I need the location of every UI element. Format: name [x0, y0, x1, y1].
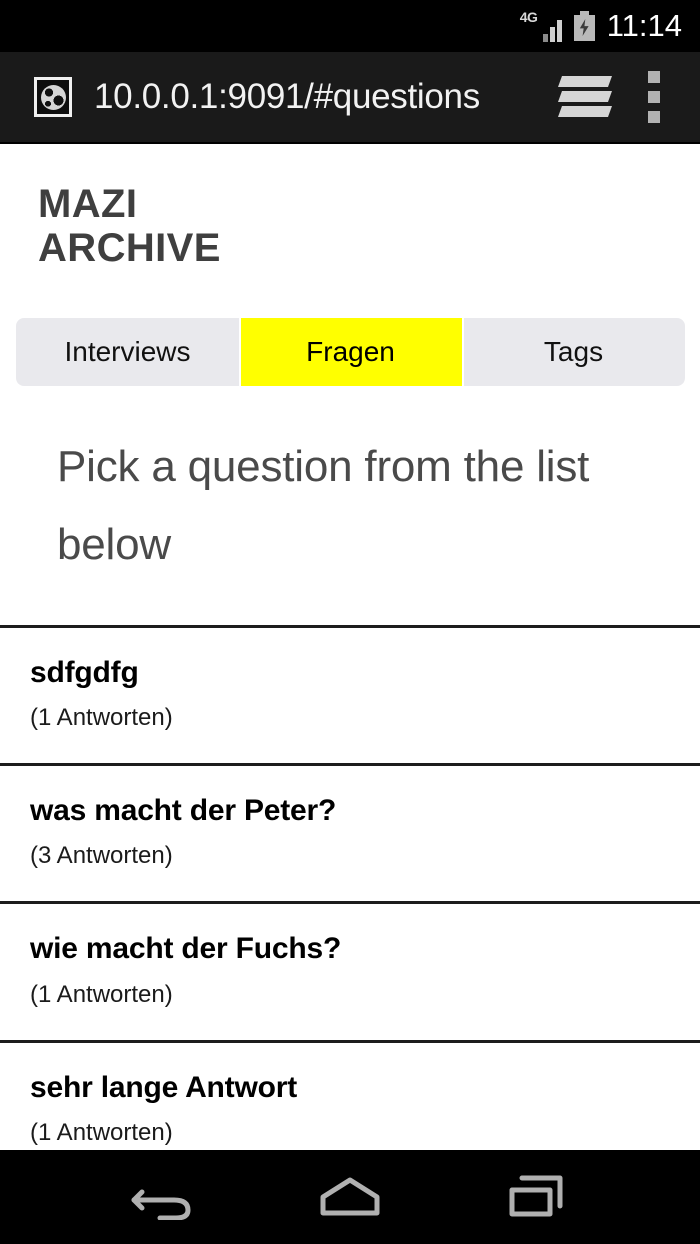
back-arrow-icon[interactable] — [108, 1167, 218, 1227]
status-bar-clock: 11:14 — [606, 7, 682, 43]
tab-fragen[interactable]: Fragen — [239, 318, 462, 386]
question-list: sdfgdfg (1 Antworten) was macht der Pete… — [0, 624, 700, 1150]
battery-charging-icon — [573, 11, 595, 41]
question-answer-count: (1 Antworten) — [30, 1119, 173, 1147]
list-item[interactable]: sdfgdfg (1 Antworten) — [0, 627, 700, 766]
app-brand-title: MAZI ARCHIVE — [0, 144, 700, 270]
question-title: wie macht der Fuchs? — [30, 932, 342, 966]
brand-line-1: MAZI — [38, 182, 138, 226]
signal-bars-icon: 4G — [520, 9, 562, 43]
recent-apps-icon[interactable] — [482, 1167, 592, 1227]
overflow-menu-icon[interactable] — [648, 71, 662, 123]
brand-line-2: ARCHIVE — [38, 226, 221, 270]
url-input[interactable]: 10.0.0.1:9091/#questions — [94, 78, 546, 117]
home-icon[interactable] — [295, 1167, 405, 1227]
list-item[interactable]: wie macht der Fuchs? (1 Antworten) — [0, 904, 700, 1043]
question-title: sehr lange Antwort — [30, 1070, 297, 1104]
phone-screen: 4G 11:14 10.0.0.1:9091/#questions MAZI A… — [0, 0, 700, 1244]
signal-strength-bars — [542, 20, 562, 42]
question-title: was macht der Peter? — [30, 793, 337, 827]
status-bar-indicators: 4G 11:14 — [520, 9, 682, 43]
list-item[interactable]: was macht der Peter? (3 Antworten) — [0, 765, 700, 905]
browser-address-bar: 10.0.0.1:9091/#questions — [0, 52, 700, 144]
question-answer-count: (1 Antworten) — [30, 704, 173, 732]
webpage-content: MAZI ARCHIVE Interviews Fragen Tags Pick… — [0, 144, 700, 1150]
tab-interviews[interactable]: Interviews — [16, 318, 239, 386]
page-title: Pick a question from the list below — [57, 442, 590, 570]
question-title: sdfgdfg — [30, 655, 139, 689]
network-type-label: 4G — [519, 9, 538, 25]
section-tabbar: Interviews Fragen Tags — [16, 318, 685, 386]
android-status-bar: 4G 11:14 — [0, 0, 700, 52]
list-item[interactable]: sehr lange Antwort (1 Antworten) — [0, 1042, 700, 1150]
android-navigation-bar — [0, 1150, 700, 1244]
question-answer-count: (1 Antworten) — [30, 980, 173, 1008]
tab-tags[interactable]: Tags — [462, 318, 685, 386]
globe-icon — [34, 77, 72, 117]
browser-tabs-icon[interactable] — [557, 74, 614, 120]
question-answer-count: (3 Antworten) — [30, 842, 173, 870]
